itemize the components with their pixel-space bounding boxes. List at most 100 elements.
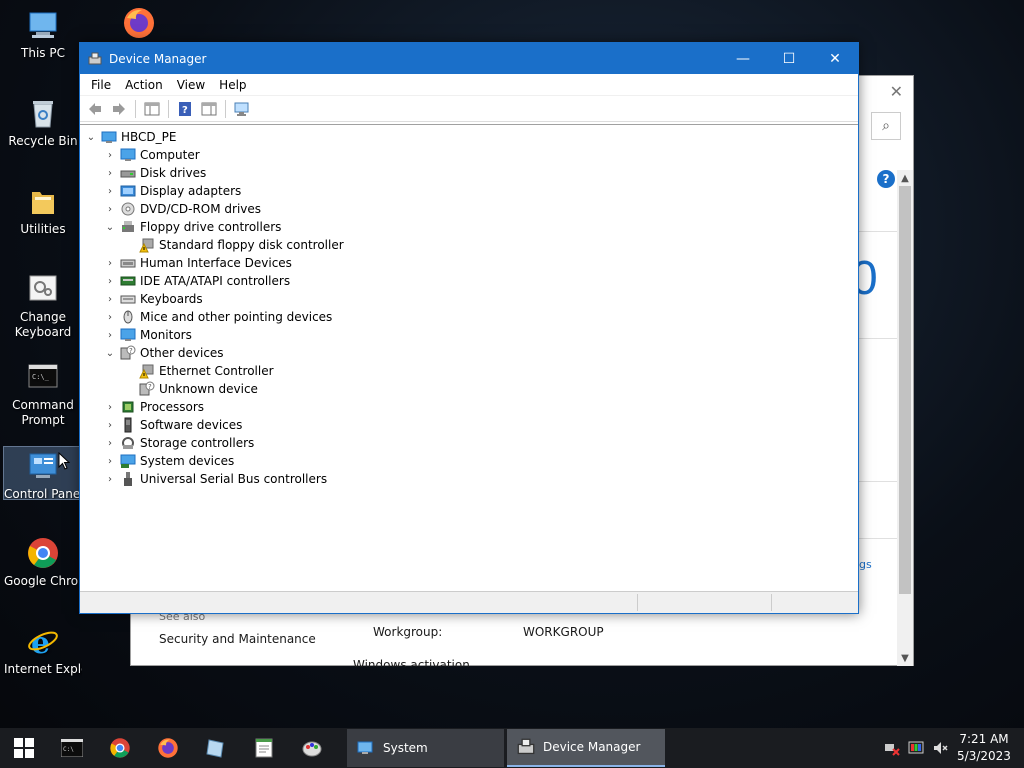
title-bar[interactable]: Device Manager — ☐ ✕ bbox=[80, 43, 858, 74]
change-settings-link[interactable]: gs bbox=[859, 558, 872, 571]
expand-chevron-right-icon[interactable]: › bbox=[103, 204, 117, 215]
scroll-up-icon[interactable]: ▲ bbox=[897, 170, 913, 186]
taskbar-paint[interactable] bbox=[288, 728, 336, 768]
expand-chevron-down-icon[interactable]: ⌄ bbox=[103, 222, 117, 233]
expand-chevron-down-icon[interactable]: ⌄ bbox=[84, 132, 98, 143]
taskbar-explorer[interactable] bbox=[192, 728, 240, 768]
expand-chevron-right-icon[interactable]: › bbox=[103, 474, 117, 485]
taskbar-notepad[interactable] bbox=[240, 728, 288, 768]
show-hide-console-tree-button[interactable] bbox=[141, 98, 163, 120]
tree-category-item[interactable]: › Software devices bbox=[103, 416, 242, 434]
menu-action[interactable]: Action bbox=[118, 78, 170, 92]
expand-chevron-right-icon[interactable]: › bbox=[103, 276, 117, 287]
back-button[interactable] bbox=[84, 98, 106, 120]
maximize-button[interactable]: ☐ bbox=[766, 43, 812, 74]
tree-category-item[interactable]: › Universal Serial Bus controllers bbox=[103, 470, 327, 488]
tree-category-item[interactable]: › System devices bbox=[103, 452, 234, 470]
desktop-icon-command-prompt[interactable]: C:\_ Command Prompt bbox=[4, 360, 82, 428]
tree-category-item[interactable]: › IDE ATA/ATAPI controllers bbox=[103, 272, 290, 290]
desktop-icon-internet-explorer[interactable]: e Internet Explorer bbox=[4, 624, 82, 677]
menu-help[interactable]: Help bbox=[212, 78, 253, 92]
ie-icon: e bbox=[26, 624, 60, 661]
device-manager-window[interactable]: Device Manager — ☐ ✕ File Action View He… bbox=[79, 42, 859, 614]
tree-category-item[interactable]: › Display adapters bbox=[103, 182, 241, 200]
expand-chevron-right-icon[interactable]: › bbox=[103, 330, 117, 341]
workgroup-label: Workgroup: bbox=[373, 625, 443, 639]
tree-category-item[interactable]: › Computer bbox=[103, 146, 200, 164]
clock[interactable]: 7:21 AM 5/3/2023 bbox=[952, 731, 1016, 765]
firefox-icon bbox=[158, 738, 178, 758]
display-color-icon[interactable] bbox=[904, 728, 928, 768]
svg-text:?: ? bbox=[129, 347, 133, 355]
menu-view[interactable]: View bbox=[170, 78, 212, 92]
tree-category-item[interactable]: › Storage controllers bbox=[103, 434, 254, 452]
desktop-icon-this-pc[interactable]: This PC bbox=[4, 8, 82, 61]
desktop-icon-recycle-bin[interactable]: Recycle Bin bbox=[4, 96, 82, 149]
help-icon[interactable]: ? bbox=[877, 170, 895, 188]
expand-chevron-right-icon[interactable]: › bbox=[103, 258, 117, 269]
desktop-icon-utilities[interactable]: Utilities bbox=[4, 184, 82, 237]
taskbar-device-manager-button[interactable]: Device Manager bbox=[507, 729, 665, 767]
scroll-thumb[interactable] bbox=[899, 186, 911, 594]
device-tree[interactable]: ⌄ HBCD_PE › Computer › Disk drives › Display ad… bbox=[80, 124, 858, 589]
network-icon[interactable] bbox=[880, 728, 904, 768]
tree-item-label: Storage controllers bbox=[140, 436, 255, 450]
expand-chevron-right-icon[interactable]: › bbox=[103, 420, 117, 431]
tree-item-label: Software devices bbox=[140, 418, 243, 432]
tree-category-item[interactable]: › Monitors bbox=[103, 326, 192, 344]
desktop-icon-label: This PC bbox=[21, 46, 65, 60]
desktop-icon-change-keyboard[interactable]: Change Keyboard Layout bbox=[4, 272, 82, 340]
svg-text:C:\_: C:\_ bbox=[32, 373, 50, 381]
expand-chevron-right-icon[interactable]: › bbox=[103, 150, 117, 161]
expand-chevron-down-icon[interactable]: ⌄ bbox=[103, 348, 117, 359]
taskbar-cmd[interactable]: C:\ bbox=[48, 728, 96, 768]
toolbar-separator bbox=[135, 99, 136, 118]
hid-icon bbox=[120, 255, 136, 271]
minimize-button[interactable]: — bbox=[720, 43, 766, 74]
desktop-icon-control-panel[interactable]: Control Panel bbox=[3, 446, 83, 500]
expand-chevron-right-icon[interactable]: › bbox=[103, 456, 117, 467]
expand-chevron-right-icon[interactable]: › bbox=[103, 312, 117, 323]
expand-chevron-right-icon[interactable]: › bbox=[103, 294, 117, 305]
forward-button[interactable] bbox=[108, 98, 130, 120]
desktop-icon-google-chrome[interactable]: Google Chrome bbox=[4, 536, 82, 589]
expand-chevron-right-icon[interactable]: › bbox=[103, 168, 117, 179]
expand-chevron-right-icon[interactable]: › bbox=[103, 402, 117, 413]
volume-muted-icon[interactable] bbox=[928, 728, 952, 768]
help-book-icon: ? bbox=[179, 101, 191, 116]
start-button[interactable] bbox=[0, 728, 48, 768]
tree-category-item[interactable]: ⌄ Floppy drive controllers bbox=[103, 218, 282, 236]
software-device-icon bbox=[120, 417, 136, 433]
tree-device-item[interactable]: ? Unknown device bbox=[122, 380, 258, 398]
show-hide-action-pane-button[interactable] bbox=[198, 98, 220, 120]
close-button[interactable]: ✕ bbox=[812, 43, 858, 74]
tree-item-label: Floppy drive controllers bbox=[140, 220, 282, 234]
tree-category-item[interactable]: › Mice and other pointing devices bbox=[103, 308, 332, 326]
search-icon[interactable]: ⌕ bbox=[871, 112, 901, 140]
taskbar-chrome[interactable] bbox=[96, 728, 144, 768]
tree-category-item[interactable]: › DVD/CD-ROM drives bbox=[103, 200, 261, 218]
firefox-icon[interactable] bbox=[122, 6, 156, 40]
vertical-scrollbar[interactable]: ▲ ▼ bbox=[897, 170, 913, 666]
tree-category-item[interactable]: › Disk drives bbox=[103, 164, 206, 182]
system-icon bbox=[357, 741, 373, 754]
taskbar-system-button[interactable]: System bbox=[347, 729, 504, 767]
tree-device-item[interactable]: Ethernet Controller bbox=[122, 362, 274, 380]
tree-root-node[interactable]: ⌄ HBCD_PE bbox=[84, 128, 177, 146]
help-button[interactable]: ? bbox=[174, 98, 196, 120]
tree-category-item[interactable]: › Processors bbox=[103, 398, 204, 416]
scan-hardware-button[interactable] bbox=[231, 98, 253, 120]
expand-chevron-right-icon[interactable]: › bbox=[103, 186, 117, 197]
taskbar-firefox[interactable] bbox=[144, 728, 192, 768]
scroll-down-icon[interactable]: ▼ bbox=[897, 650, 913, 666]
tree-category-item[interactable]: ⌄? Other devices bbox=[103, 344, 224, 362]
security-maintenance-link[interactable]: Security and Maintenance bbox=[159, 632, 316, 646]
chrome-icon bbox=[110, 738, 130, 758]
expand-chevron-right-icon[interactable]: › bbox=[103, 438, 117, 449]
tree-device-item[interactable]: Standard floppy disk controller bbox=[122, 236, 344, 254]
menu-file[interactable]: File bbox=[84, 78, 118, 92]
tree-category-item[interactable]: › Human Interface Devices bbox=[103, 254, 292, 272]
chrome-icon bbox=[26, 536, 60, 570]
close-icon[interactable]: ✕ bbox=[890, 82, 903, 101]
tree-category-item[interactable]: › Keyboards bbox=[103, 290, 203, 308]
